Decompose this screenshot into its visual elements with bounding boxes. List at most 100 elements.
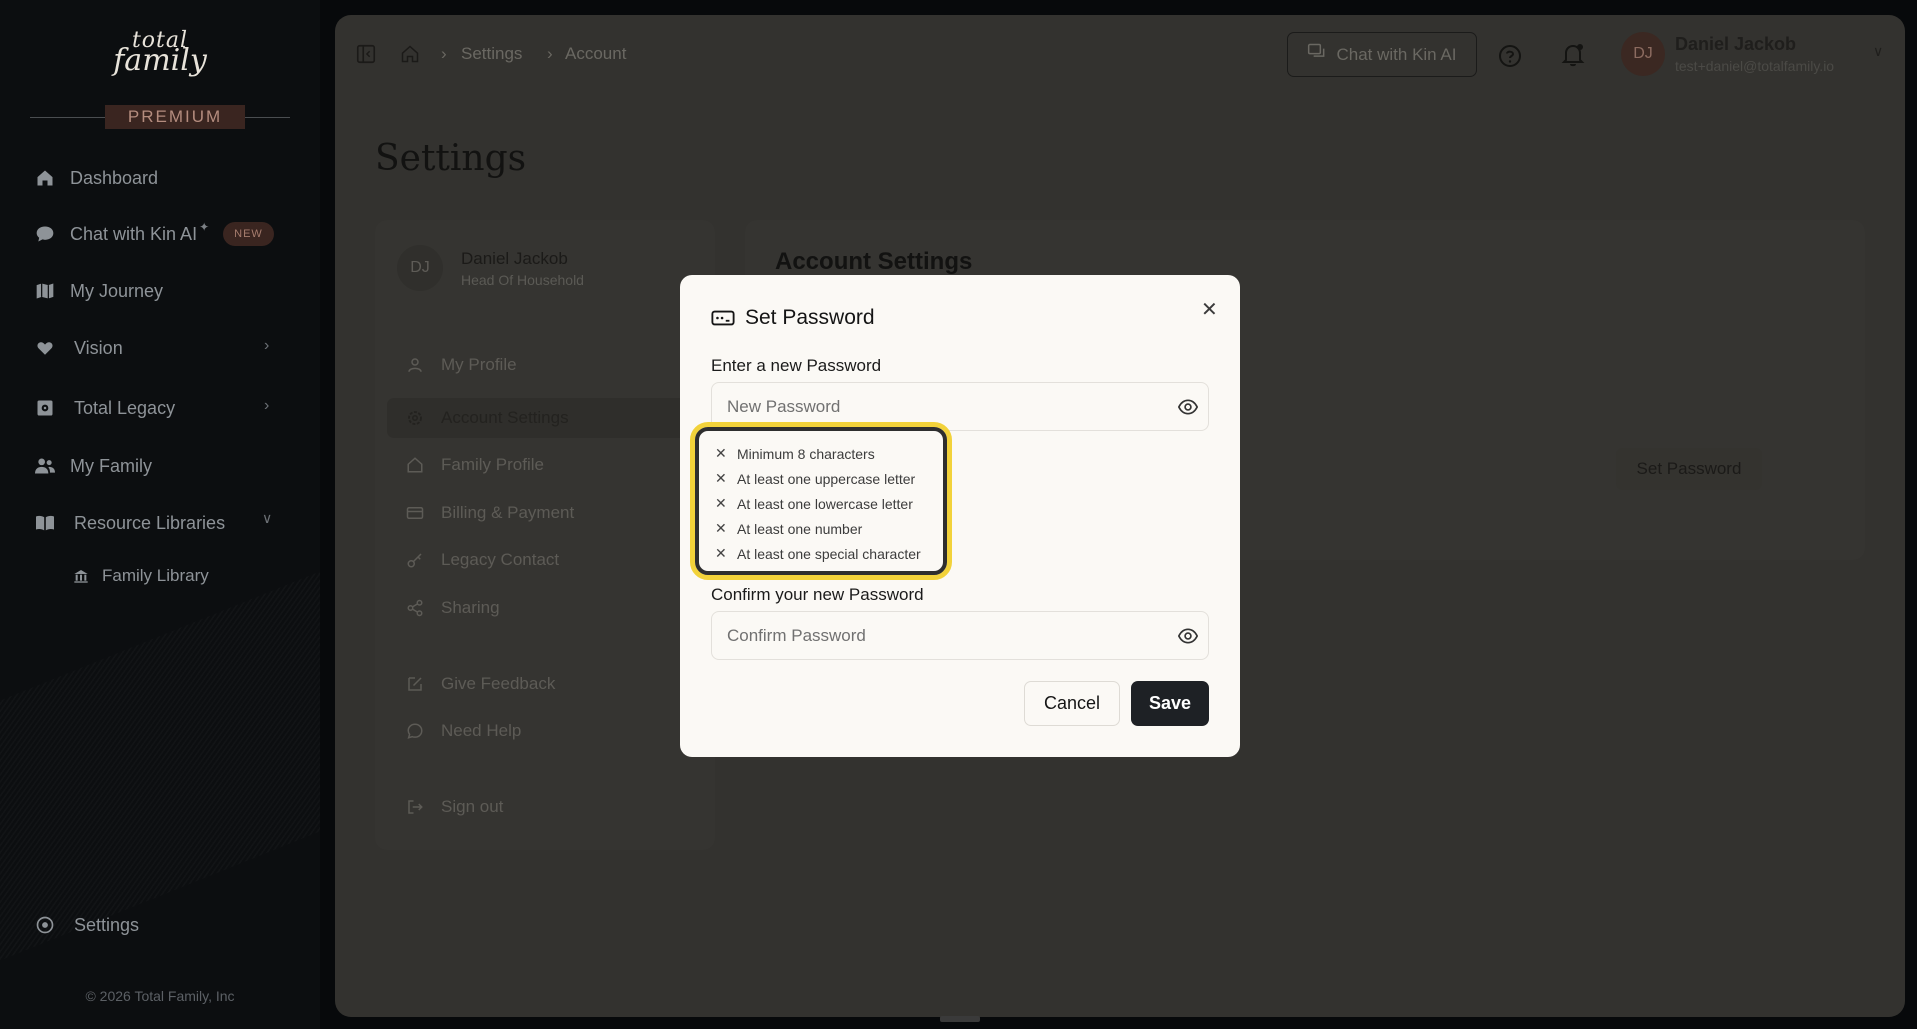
sidebar-item-chat-kin-ai[interactable]: Chat with Kin AI ✦ NEW [34,220,274,247]
user-email: test+daniel@totalfamily.io [1675,58,1835,74]
profile-name: Daniel Jackob [461,249,568,268]
requirement-item: ✕ At least one number [715,520,862,537]
set-password-button[interactable]: Set Password [1616,448,1762,490]
settings-nav-account-settings[interactable]: Account Settings [405,406,569,430]
settings-nav-label: My Profile [441,355,517,374]
x-icon: ✕ [715,495,727,511]
requirement-item: ✕ Minimum 8 characters [715,445,875,462]
sidebar-item-label: Resource Libraries [74,512,226,533]
chevron-right-icon: › [264,397,270,414]
sidebar-item-my-journey[interactable]: My Journey [34,278,163,304]
logo-line-2: family [113,43,207,78]
sidebar-item-label: Vision [74,337,123,358]
sidebar-item-total-legacy[interactable]: Total Legacy › [34,395,269,421]
settings-nav-label: Family Profile [441,455,544,474]
requirement-text: At least one special character [737,545,921,562]
credit-card-icon [405,504,425,522]
sidebar-item-label: Dashboard [70,167,159,188]
account-settings-title: Account Settings [775,248,973,275]
sidebar-item-vision[interactable]: Vision › [34,335,269,361]
sidebar-item-label: My Journey [70,280,164,301]
house-icon [405,456,425,474]
book-icon [34,512,56,534]
scroll-handle[interactable] [940,1016,980,1022]
sidebar-item-settings[interactable]: Settings [34,912,139,938]
gear-icon [405,409,425,427]
breadcrumb-account[interactable]: Account [565,44,626,64]
settings-nav-label: Need Help [441,721,522,740]
sparkle-icon: ✦ [199,220,210,234]
heart-icon [34,337,56,359]
confirm-password-label: Confirm your new Password [711,585,924,604]
user-icon [405,356,425,374]
users-icon [34,455,56,477]
premium-badge: PREMIUM [105,105,245,129]
password-requirements-list: ✕ Minimum 8 characters ✕ At least one uppe… [695,427,947,575]
sidebar-item-label: Settings [74,914,140,935]
settings-nav-family-profile[interactable]: Family Profile [405,453,544,477]
premium-divider: PREMIUM [30,105,290,129]
sidebar-item-my-family[interactable]: My Family [34,453,152,479]
password-icon [711,308,735,328]
key-icon [405,551,425,569]
cancel-button[interactable]: Cancel [1024,681,1120,726]
requirement-item: ✕ At least one lowercase letter [715,495,913,512]
brand-logo[interactable]: total family [0,30,320,76]
settings-nav-sign-out[interactable]: Sign out [405,795,503,819]
top-bar: › Settings › Account Chat with Kin AI DJ… [335,15,1905,83]
chat-icon [1307,42,1327,67]
settings-nav-sharing[interactable]: Sharing [405,596,500,620]
copyright-text: © 2026 Total Family, Inc [85,988,235,1004]
eye-icon[interactable] [1177,626,1199,651]
home-icon [34,167,56,189]
save-button[interactable]: Save [1131,681,1209,726]
sidebar-item-label: Chat with Kin AI [70,223,198,244]
requirement-text: At least one lowercase letter [737,495,913,512]
x-icon: ✕ [715,520,727,536]
requirement-item: ✕ At least one special character [715,545,921,562]
breadcrumb-separator: › [441,44,447,63]
user-avatar[interactable]: DJ [1621,32,1665,76]
chevron-down-icon[interactable]: ∨ [1873,43,1883,60]
message-circle-icon [405,722,425,740]
confirm-password-field[interactable] [711,611,1209,660]
help-icon[interactable] [1498,44,1522,73]
chat-bubble-icon [34,223,56,245]
breadcrumb-separator: › [547,44,553,63]
settings-nav-give-feedback[interactable]: Give Feedback [405,672,555,696]
sidebar: total family PREMIUM Dashboard Chat with… [0,0,320,1029]
settings-nav-card: DJ Daniel Jackob Head Of Household My Pr… [375,220,715,850]
settings-nav-label: Legacy Contact [441,550,560,569]
sidebar-item-dashboard[interactable]: Dashboard [34,165,158,191]
confirm-password-input[interactable] [712,612,1152,659]
settings-nav-billing-payment[interactable]: Billing & Payment [405,501,574,525]
eye-icon[interactable] [1177,397,1199,422]
user-name: Daniel Jackob [1675,34,1797,54]
sidebar-item-label: My Family [70,455,152,476]
settings-nav-legacy-contact[interactable]: Legacy Contact [405,548,559,572]
sidebar-item-family-library[interactable]: Family Library [70,563,209,589]
settings-nav-need-help[interactable]: Need Help [405,719,521,743]
library-icon [70,565,92,587]
settings-nav-label: Account Settings [441,408,569,427]
sidebar-item-label: Family Library [102,566,209,585]
chat-kin-ai-button[interactable]: Chat with Kin AI [1287,32,1477,77]
settings-nav-label: Give Feedback [441,674,556,693]
modal-title-text: Set Password [745,306,875,329]
new-badge: NEW [223,222,274,246]
edit-icon [405,675,425,693]
modal-title: Set Password [711,306,875,330]
sidebar-toggle-icon[interactable] [355,43,377,70]
settings-nav-label: Sharing [441,598,500,617]
x-icon: ✕ [715,470,727,486]
sidebar-item-resource-libraries[interactable]: Resource Libraries ∨ [34,510,272,536]
bell-icon[interactable] [1561,42,1585,73]
logout-icon [405,798,425,816]
sidebar-item-label: Total Legacy [74,397,176,418]
settings-nav-my-profile[interactable]: My Profile [405,353,517,377]
breadcrumb-settings[interactable]: Settings [461,44,522,64]
home-icon[interactable] [400,44,420,69]
close-icon[interactable]: ✕ [1201,297,1218,322]
requirement-item: ✕ At least one uppercase letter [715,470,915,487]
requirement-text: At least one uppercase letter [737,470,916,487]
